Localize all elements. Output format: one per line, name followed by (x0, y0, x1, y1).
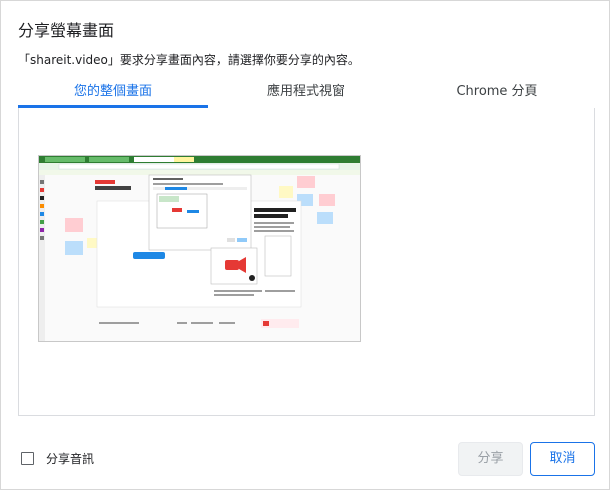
tab-entire-screen[interactable]: 您的整個畫面 (18, 81, 208, 108)
tab-label: Chrome 分頁 (456, 84, 538, 99)
cancel-button[interactable]: 取消 (530, 442, 595, 476)
share-audio-label: 分享音訊 (46, 452, 95, 466)
share-button[interactable]: 分享 (458, 442, 523, 476)
tab-label: 應用程式視窗 (266, 84, 345, 99)
screen-thumbnail-icon (39, 156, 360, 341)
dialog-description: 「shareit.video」要求分享畫面內容，請選擇你要分享的內容。 (18, 53, 360, 67)
tab-app-window[interactable]: 應用程式視窗 (211, 81, 401, 108)
screen-thumbnail[interactable] (39, 156, 360, 341)
dialog-title: 分享螢幕畫面 (18, 21, 115, 40)
share-audio-checkbox[interactable] (21, 452, 34, 465)
tab-bar: 您的整個畫面 應用程式視窗 Chrome 分頁 (18, 81, 594, 109)
tab-label: 您的整個畫面 (73, 84, 152, 99)
share-screen-dialog: 分享螢幕畫面 「shareit.video」要求分享畫面內容，請選擇你要分享的內… (0, 0, 610, 490)
tab-chrome-tab[interactable]: Chrome 分頁 (402, 81, 592, 108)
share-preview-panel (18, 108, 595, 416)
